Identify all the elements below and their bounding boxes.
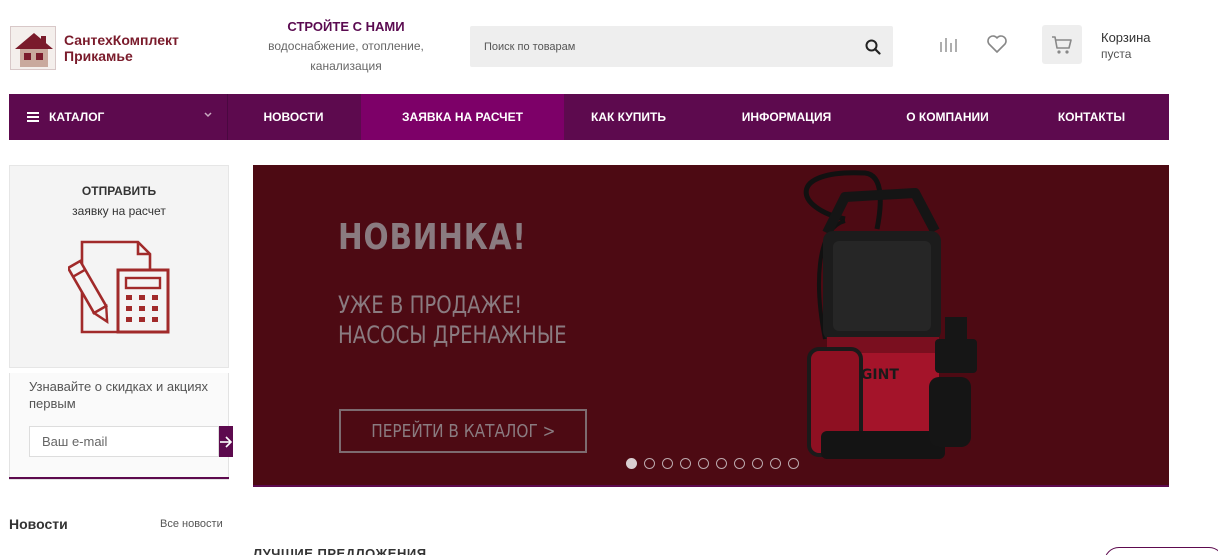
- cart-icon: [1052, 35, 1072, 54]
- search-icon: [865, 39, 881, 55]
- request-quote-card[interactable]: ОТПРАВИТЬ заявку на расчет: [9, 165, 229, 368]
- slider-dot[interactable]: [644, 458, 655, 469]
- email-field[interactable]: [29, 426, 219, 457]
- slider-dot[interactable]: [698, 458, 709, 469]
- nav-info[interactable]: ИНФОРМАЦИЯ: [694, 94, 879, 140]
- slider-dot[interactable]: [626, 458, 637, 469]
- banner-button-label: ПЕРЕЙТИ В КАТАЛОГ >: [370, 420, 556, 442]
- calculator-document-icon: [68, 240, 170, 334]
- subscribe-text: Узнавайте о скидках и акциях первым: [29, 379, 209, 411]
- slider-dot[interactable]: [788, 458, 799, 469]
- house-logo-icon: [10, 26, 56, 70]
- logo-line-1: СантехКомплект: [64, 32, 179, 48]
- nav-about[interactable]: О КОМПАНИИ: [879, 94, 1016, 140]
- drainage-pump-image: OGINT: [803, 170, 977, 459]
- cart-button[interactable]: [1042, 25, 1082, 64]
- logo-text: СантехКомплект Прикамье: [64, 32, 179, 64]
- nav-request-quote[interactable]: ЗАЯВКА НА РАСЧЕТ: [361, 94, 564, 140]
- heart-icon[interactable]: [985, 32, 1009, 56]
- banner-divider: [253, 485, 1169, 487]
- subscribe-button[interactable]: [219, 426, 233, 457]
- slider-dots: [626, 458, 799, 469]
- search-button[interactable]: [853, 26, 893, 67]
- search-input[interactable]: [470, 26, 853, 67]
- cart-title: Корзина: [1101, 30, 1151, 45]
- nav-catalog-label: КАТАЛОГ: [49, 110, 105, 124]
- logo-line-2: Прикамье: [64, 48, 133, 64]
- nav-news[interactable]: НОВОСТИ: [228, 94, 359, 140]
- subscribe-form: [29, 426, 233, 457]
- promo-banner[interactable]: НОВИНКА! УЖЕ В ПРОДАЖЕ! НАСОСЫ ДРЕНАЖНЫЕ…: [253, 165, 1169, 487]
- slider-dot[interactable]: [770, 458, 781, 469]
- offers-filter-button[interactable]: [1104, 547, 1218, 555]
- slider-dot[interactable]: [734, 458, 745, 469]
- cart-summary[interactable]: Корзина пуста: [1101, 30, 1151, 62]
- slider-dot[interactable]: [680, 458, 691, 469]
- banner-line-1: УЖЕ В ПРОДАЖЕ!: [338, 291, 523, 319]
- cart-status: пуста: [1101, 47, 1132, 61]
- nav-how-to-buy[interactable]: КАК КУПИТЬ: [563, 94, 694, 140]
- card-subtitle: заявку на расчет: [72, 204, 166, 218]
- all-news-link[interactable]: Все новости: [160, 518, 223, 530]
- banner-catalog-button[interactable]: ПЕРЕЙТИ В КАТАЛОГ >: [339, 409, 587, 453]
- tagline: СТРОЙТЕ С НАМИ водоснабжение, отопление,…: [248, 18, 444, 76]
- search-bar: [470, 26, 893, 67]
- card-title: ОТПРАВИТЬ: [81, 184, 157, 198]
- site-logo[interactable]: СантехКомплект Прикамье: [10, 26, 210, 70]
- banner-subtitle: УЖЕ В ПРОДАЖЕ! НАСОСЫ ДРЕНАЖНЫЕ: [338, 290, 567, 350]
- best-offers-heading: ЛУЧШИЕ ПРЕДЛОЖЕНИЯ: [253, 546, 427, 555]
- banner-headline: НОВИНКА!: [338, 217, 527, 258]
- arrow-right-icon: [220, 435, 233, 448]
- slider-dot[interactable]: [716, 458, 727, 469]
- news-heading: Новости: [9, 516, 68, 532]
- chevron-down-icon: [204, 112, 212, 118]
- slider-dot[interactable]: [662, 458, 673, 469]
- tagline-title: СТРОЙТЕ С НАМИ: [287, 19, 405, 34]
- nav-contacts[interactable]: КОНТАКТЫ: [1016, 94, 1167, 140]
- tagline-line-1: водоснабжение, отопление,: [268, 39, 424, 53]
- sidebar-divider: [9, 477, 229, 479]
- compare-icon[interactable]: [936, 32, 960, 56]
- banner-line-2: НАСОСЫ ДРЕНАЖНЫЕ: [338, 321, 567, 349]
- slider-dot[interactable]: [752, 458, 763, 469]
- menu-icon: [27, 112, 39, 122]
- nav-catalog[interactable]: КАТАЛОГ: [9, 94, 228, 140]
- tagline-line-2: канализация: [310, 59, 382, 73]
- main-nav: КАТАЛОГ НОВОСТИ КАК КУПИТЬ ИНФОРМАЦИЯ О …: [9, 94, 1169, 140]
